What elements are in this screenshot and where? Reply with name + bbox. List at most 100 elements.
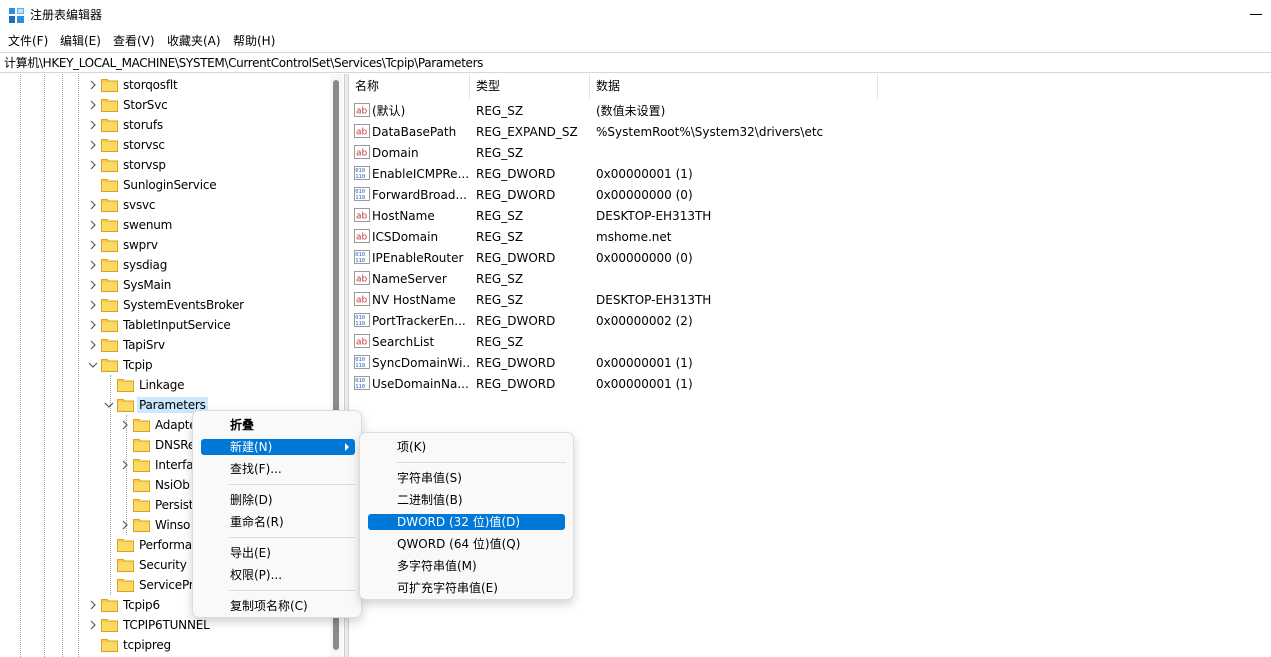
svg-text:ab: ab (356, 212, 368, 222)
context-delete[interactable]: 删除(D) (201, 492, 351, 508)
tree-item[interactable]: StorSvc (0, 95, 330, 115)
tree-item-label: Persist (155, 498, 194, 512)
value-row[interactable]: 010 110 ForwardBroad... REG_DWORD 0x00000000… (349, 184, 1271, 205)
new-multi-string-value[interactable]: 多字符串值(M) (368, 558, 565, 574)
value-row[interactable]: ab (默认) REG_SZ (数值未设置) (349, 100, 1271, 121)
new-string-value[interactable]: 字符串值(S) (368, 470, 565, 486)
menu-favorites[interactable]: 收藏夹(A) (167, 33, 221, 49)
tree-item[interactable]: svsvc (0, 195, 330, 215)
expand-chevron-right-icon[interactable] (88, 340, 98, 350)
svg-text:110: 110 (355, 174, 365, 180)
address-path[interactable]: 计算机\HKEY_LOCAL_MACHINE\SYSTEM\CurrentCon… (4, 55, 483, 71)
expand-chevron-right-icon[interactable] (120, 520, 130, 530)
tree-item[interactable]: swprv (0, 235, 330, 255)
tree-item-label: Performa (139, 538, 192, 552)
expand-chevron-down-icon[interactable] (104, 400, 114, 410)
value-row[interactable]: 010 110 UseDomainNa... REG_DWORD 0x00000001 … (349, 373, 1271, 394)
tree-item[interactable]: Tcpip (0, 355, 330, 375)
context-collapse[interactable]: 折叠 (201, 417, 351, 433)
tree-item-label: swprv (123, 238, 158, 252)
expand-chevron-right-icon[interactable] (120, 420, 130, 430)
expand-chevron-right-icon[interactable] (88, 280, 98, 290)
context-rename[interactable]: 重命名(R) (201, 514, 351, 530)
expand-chevron-right-icon[interactable] (88, 600, 98, 610)
new-dword-value[interactable]: DWORD (32 位)值(D) (368, 514, 565, 530)
expand-chevron-right-icon[interactable] (88, 320, 98, 330)
value-type: REG_SZ (476, 293, 524, 307)
value-data: 0x00000002 (2) (596, 314, 693, 328)
menu-edit[interactable]: 编辑(E) (60, 33, 101, 49)
context-export[interactable]: 导出(E) (201, 545, 351, 561)
expand-chevron-right-icon[interactable] (88, 200, 98, 210)
menu-file[interactable]: 文件(F) (8, 33, 48, 49)
svg-text:ab: ab (356, 338, 368, 348)
value-row[interactable]: ab DataBasePath REG_EXPAND_SZ %SystemRoot%\… (349, 121, 1271, 142)
folder-icon (101, 78, 118, 92)
menu-help[interactable]: 帮助(H) (233, 33, 275, 49)
tree-item[interactable]: storvsc (0, 135, 330, 155)
value-row[interactable]: 010 110 PortTrackerEn... REG_DWORD 0x0000000… (349, 310, 1271, 331)
tree-item[interactable]: SysMain (0, 275, 330, 295)
tree-item[interactable]: storvsp (0, 155, 330, 175)
context-find[interactable]: 查找(F)... (201, 461, 351, 477)
tree-item[interactable]: tcpipreg (0, 635, 330, 655)
expand-chevron-right-icon[interactable] (88, 120, 98, 130)
expand-chevron-right-icon[interactable] (120, 460, 130, 470)
tree-item-label: TapiSrv (123, 338, 165, 352)
value-row[interactable]: 010 110 EnableICMPRe... REG_DWORD 0x00000001… (349, 163, 1271, 184)
address-bar[interactable]: 计算机\HKEY_LOCAL_MACHINE\SYSTEM\CurrentCon… (0, 52, 1271, 73)
column-type[interactable]: 类型 (470, 74, 590, 99)
value-row[interactable]: ab NV HostName REG_SZ DESKTOP-EH313TH (349, 289, 1271, 310)
value-data: mshome.net (596, 230, 672, 244)
window-title: 注册表编辑器 (30, 8, 103, 22)
expand-chevron-right-icon[interactable] (88, 80, 98, 90)
tree-item[interactable]: SunloginService (0, 175, 330, 195)
tree-item[interactable]: TabletInputService (0, 315, 330, 335)
context-new[interactable]: 新建(N) (201, 439, 355, 455)
menu-view[interactable]: 查看(V) (113, 33, 155, 49)
tree-item[interactable]: TapiSrv (0, 335, 330, 355)
expand-chevron-right-icon[interactable] (88, 300, 98, 310)
tree-item-label: storqosflt (123, 78, 178, 92)
value-row[interactable]: ab HostName REG_SZ DESKTOP-EH313TH (349, 205, 1271, 226)
context-copy-key-name[interactable]: 复制项名称(C) (201, 598, 351, 614)
tree-item[interactable]: storqosflt (0, 75, 330, 95)
tree-item[interactable]: SystemEventsBroker (0, 295, 330, 315)
context-permissions[interactable]: 权限(P)... (201, 567, 351, 583)
new-key[interactable]: 项(K) (368, 439, 565, 455)
value-row[interactable]: ab Domain REG_SZ (349, 142, 1271, 163)
folder-icon (133, 458, 150, 472)
tree-item[interactable]: storufs (0, 115, 330, 135)
expand-chevron-right-icon[interactable] (88, 240, 98, 250)
tree-item[interactable]: swenum (0, 215, 330, 235)
expand-chevron-right-icon[interactable] (88, 140, 98, 150)
expand-chevron-right-icon[interactable] (88, 620, 98, 630)
minimize-button[interactable] (1250, 14, 1262, 15)
value-type: REG_DWORD (476, 251, 556, 265)
new-qword-value[interactable]: QWORD (64 位)值(Q) (368, 536, 565, 552)
column-data[interactable]: 数据 (590, 74, 878, 99)
value-row[interactable]: ab NameServer REG_SZ (349, 268, 1271, 289)
expand-chevron-right-icon[interactable] (88, 100, 98, 110)
tree-item[interactable]: Linkage (0, 375, 330, 395)
expand-chevron-down-icon[interactable] (88, 360, 98, 370)
svg-text:110: 110 (355, 195, 365, 201)
folder-icon (101, 218, 118, 232)
new-expandable-string-value[interactable]: 可扩充字符串值(E) (368, 580, 565, 596)
folder-icon (101, 158, 118, 172)
expand-chevron-right-icon[interactable] (88, 220, 98, 230)
registry-editor-window: 注册表编辑器 文件(F) 编辑(E) 查看(V) 收藏夹(A) 帮助(H) 计算… (0, 0, 1271, 657)
context-menu: 折叠 新建(N) 查找(F)... 删除(D) 重命名(R) 导出(E) 权限(… (192, 410, 362, 618)
tree-item[interactable]: TCPIP6TUNNEL (0, 615, 330, 635)
string-value-icon: ab (354, 334, 370, 348)
value-row[interactable]: 010 110 SyncDomainWi... REG_DWORD 0x00000001… (349, 352, 1271, 373)
expand-chevron-right-icon[interactable] (88, 160, 98, 170)
new-binary-value[interactable]: 二进制值(B) (368, 492, 565, 508)
value-row[interactable]: ab ICSDomain REG_SZ mshome.net (349, 226, 1271, 247)
value-row[interactable]: ab SearchList REG_SZ (349, 331, 1271, 352)
column-name[interactable]: 名称 (349, 74, 470, 99)
value-row[interactable]: 010 110 IPEnableRouter REG_DWORD 0x00000000 … (349, 247, 1271, 268)
tree-item[interactable]: sysdiag (0, 255, 330, 275)
expand-chevron-right-icon[interactable] (88, 260, 98, 270)
value-name: EnableICMPRe... (372, 167, 470, 181)
